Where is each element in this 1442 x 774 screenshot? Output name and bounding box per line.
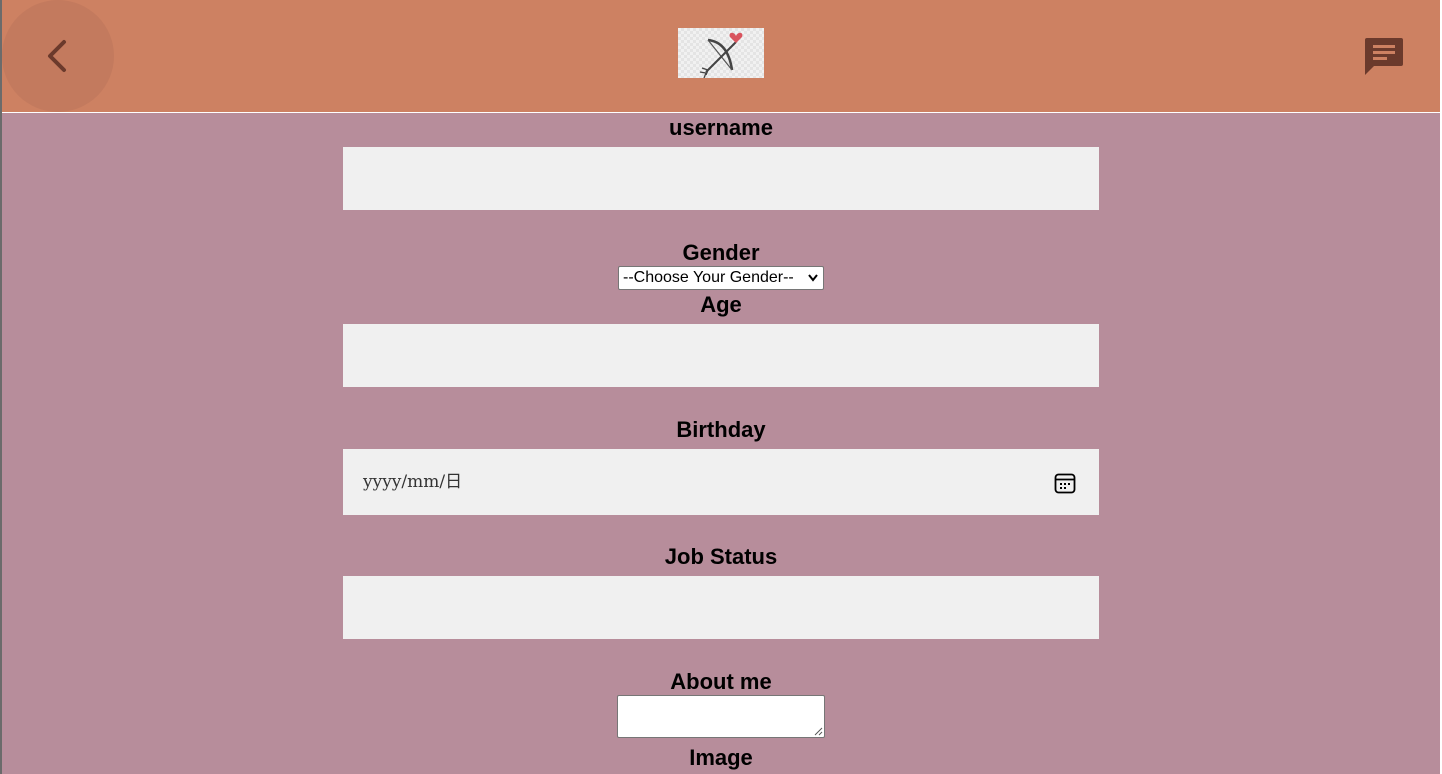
back-button[interactable] — [2, 0, 114, 112]
birthday-label: Birthday — [676, 417, 766, 442]
chat-message-icon — [1365, 38, 1403, 75]
age-field[interactable] — [343, 324, 1099, 387]
about-me-textarea[interactable] — [617, 695, 825, 738]
about-me-label: About me — [670, 669, 772, 694]
chevron-down-icon — [808, 274, 818, 282]
image-label: Image — [689, 745, 753, 770]
resize-grip-icon[interactable] — [813, 726, 823, 736]
calendar-icon[interactable] — [1053, 471, 1077, 495]
gender-select-value: --Choose Your Gender-- — [623, 269, 794, 286]
username-label: username — [669, 115, 773, 140]
chevron-left-icon — [48, 40, 66, 72]
job-status-label: Job Status — [664, 544, 778, 569]
age-label: Age — [700, 292, 742, 317]
birthday-placeholder: yyyy/mm/日 — [363, 472, 463, 492]
gender-label: Gender — [682, 240, 760, 265]
bow-and-arrow-heart-icon — [678, 28, 764, 79]
job-status-field[interactable] — [343, 576, 1099, 639]
username-field[interactable] — [343, 147, 1099, 210]
chat-button[interactable] — [1363, 36, 1405, 76]
gender-select[interactable]: --Choose Your Gender-- — [618, 266, 824, 290]
